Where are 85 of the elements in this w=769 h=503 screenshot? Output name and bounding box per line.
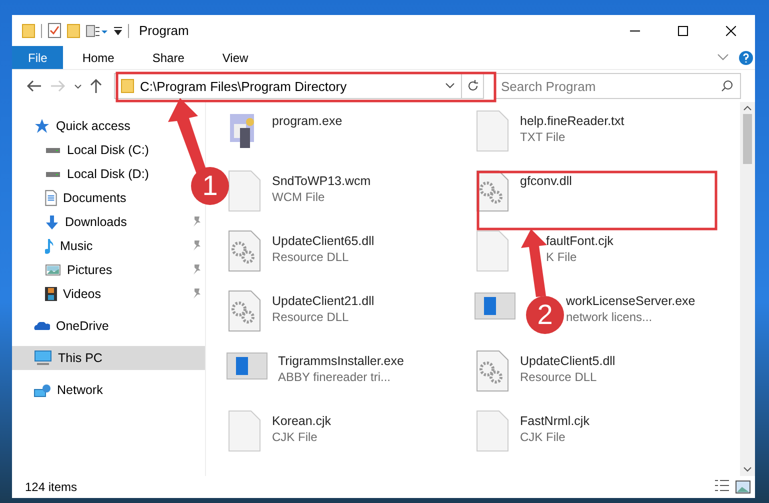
folder-icon bbox=[121, 79, 134, 93]
scroll-thumb[interactable] bbox=[743, 114, 752, 164]
file-type: CJK File bbox=[272, 430, 318, 444]
pictures-icon bbox=[45, 264, 61, 276]
file-icon bbox=[474, 230, 510, 272]
file-icon bbox=[474, 110, 510, 152]
search-icon[interactable] bbox=[721, 80, 733, 92]
help-icon[interactable] bbox=[739, 50, 753, 64]
nav-item[interactable]: OneDrive bbox=[12, 314, 115, 338]
nav-item[interactable]: Quick access bbox=[12, 114, 136, 138]
properties-check-icon[interactable] bbox=[48, 23, 61, 38]
up-arrow-icon bbox=[90, 78, 102, 94]
minimize-icon bbox=[630, 30, 640, 32]
music-note-icon bbox=[45, 238, 54, 254]
file-name[interactable]: FastNrml.cjk bbox=[520, 414, 590, 428]
file-type: Resource DLL bbox=[272, 310, 349, 324]
file-type: ABBY finereader tri... bbox=[278, 370, 390, 384]
film-icon bbox=[45, 287, 57, 301]
file-name[interactable]: TrigrammsInstaller.exe bbox=[278, 354, 404, 368]
ribbon-tab[interactable]: View bbox=[203, 46, 268, 69]
file-name[interactable]: help.fineReader.txt bbox=[520, 114, 624, 128]
drive-icon bbox=[45, 146, 61, 154]
application-icon bbox=[226, 350, 268, 382]
nav-item[interactable]: Pictures bbox=[12, 258, 205, 282]
window-title: Program bbox=[139, 23, 189, 38]
file-type: K File bbox=[546, 250, 577, 264]
file-name[interactable]: program.exe bbox=[272, 114, 342, 128]
close-icon bbox=[726, 26, 736, 36]
details-view-icon[interactable] bbox=[715, 480, 729, 491]
file-name[interactable]: Korean.cjk bbox=[272, 414, 332, 428]
nav-item[interactable]: Videos bbox=[12, 282, 205, 306]
drive-icon bbox=[45, 170, 61, 178]
search-field[interactable]: Search Program bbox=[494, 73, 741, 99]
file-icon bbox=[474, 410, 510, 452]
forward-arrow-icon bbox=[50, 80, 66, 92]
scrollbar[interactable] bbox=[740, 102, 755, 476]
chevron-down-icon[interactable] bbox=[743, 467, 752, 472]
file-name[interactable]: SndToWP13.wcm bbox=[272, 174, 371, 188]
file-type: CJK File bbox=[520, 430, 566, 444]
refresh-icon bbox=[466, 80, 478, 92]
back-arrow-icon bbox=[26, 80, 42, 92]
dropdown-icon[interactable] bbox=[114, 26, 122, 34]
file-name[interactable]: UpdateClient5.dll bbox=[520, 354, 616, 368]
file-name[interactable]: faultFont.cjk bbox=[546, 234, 614, 248]
nav-item[interactable]: Music bbox=[12, 234, 205, 258]
nav-item[interactable]: Local Disk (C:) bbox=[12, 138, 155, 162]
download-icon bbox=[45, 214, 59, 230]
file-name[interactable]: gfconv.dll bbox=[520, 174, 572, 188]
nav-item[interactable]: This PC bbox=[12, 346, 205, 370]
file-icon bbox=[226, 410, 262, 452]
nav-item[interactable]: Local Disk (D:) bbox=[12, 162, 155, 186]
file-type: TXT File bbox=[520, 130, 566, 144]
chevron-down-icon[interactable] bbox=[445, 83, 455, 89]
gear-file-icon bbox=[474, 350, 510, 392]
nav-item[interactable]: Network bbox=[12, 378, 109, 402]
nav-item[interactable]: Documents bbox=[12, 186, 132, 210]
folder-icon bbox=[22, 24, 35, 38]
ribbon-tab[interactable]: Home bbox=[63, 46, 134, 69]
file-name[interactable]: workLicenseServer.exe bbox=[566, 294, 696, 308]
file-icon bbox=[226, 170, 262, 212]
file-name[interactable]: UpdateClient21.dll bbox=[272, 294, 374, 308]
star-icon bbox=[34, 118, 50, 134]
item-count: 124 items bbox=[25, 480, 78, 494]
large-icons-view-icon[interactable] bbox=[735, 480, 751, 494]
address-bar[interactable]: C:\Program Files\Program Directory bbox=[114, 73, 484, 99]
file-type: WCM File bbox=[272, 190, 325, 204]
chevron-down-icon bbox=[74, 84, 82, 88]
network-icon bbox=[34, 384, 51, 396]
arrow bbox=[521, 229, 547, 297]
monitor-icon bbox=[34, 350, 52, 366]
gear-file-icon bbox=[226, 230, 262, 272]
file-type: Resource DLL bbox=[272, 250, 349, 264]
file-type: network licens... bbox=[566, 310, 652, 324]
chevron-up-icon[interactable] bbox=[743, 106, 752, 111]
view-list-icon[interactable] bbox=[86, 24, 108, 36]
gear-file-icon bbox=[226, 290, 262, 332]
document-icon bbox=[45, 190, 57, 206]
ribbon-tab[interactable]: File bbox=[12, 46, 64, 69]
file-type: Resource DLL bbox=[520, 370, 597, 384]
nav-item[interactable]: Downloads bbox=[12, 210, 205, 234]
file-name[interactable]: UpdateClient65.dll bbox=[272, 234, 374, 248]
ribbon-tab[interactable]: Share bbox=[133, 46, 204, 69]
application-icon bbox=[474, 290, 516, 322]
maximize-icon bbox=[678, 26, 688, 36]
cloud-icon bbox=[34, 322, 50, 330]
